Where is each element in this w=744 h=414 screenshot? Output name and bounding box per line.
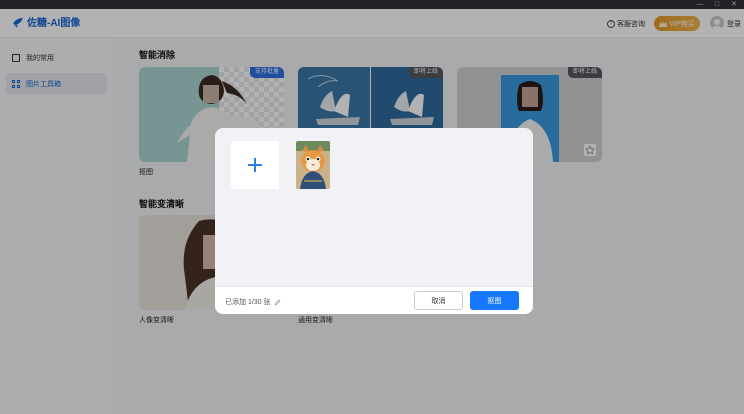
batch-upload-dialog: 已添加 1/30 张 取消 抠图 — [215, 128, 533, 314]
edit-icon[interactable] — [274, 299, 281, 306]
cutout-button[interactable]: 抠图 — [470, 291, 519, 310]
cat-image — [296, 141, 330, 189]
image-count-label: 已添加 1/30 张 — [225, 299, 271, 306]
add-image-button[interactable] — [231, 141, 279, 189]
cancel-button[interactable]: 取消 — [414, 291, 463, 310]
image-count-text: 已添加 1/30 张 — [225, 297, 281, 307]
dialog-footer: 已添加 1/30 张 取消 抠图 — [215, 286, 533, 314]
uploaded-image-thumbnail[interactable] — [296, 141, 330, 189]
plus-icon — [248, 158, 262, 172]
